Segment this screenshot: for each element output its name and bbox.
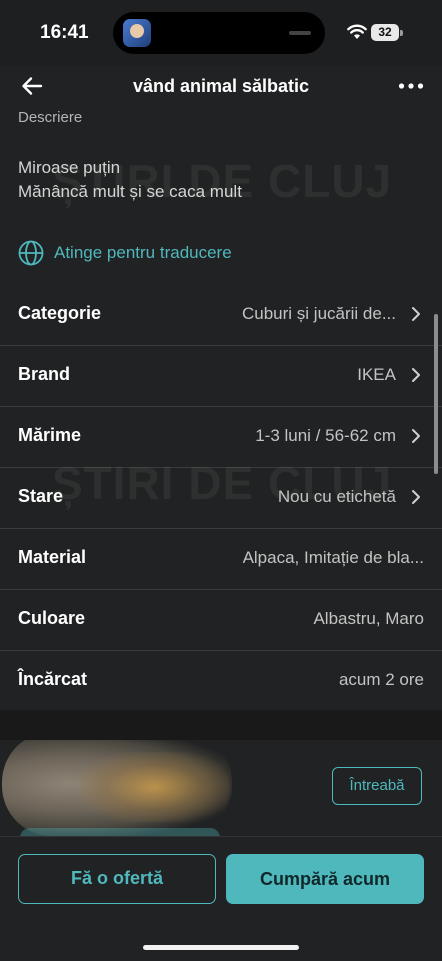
battery-indicator: 32 xyxy=(371,24,399,41)
dynamic-island xyxy=(113,12,325,54)
detail-row-material: Material Alpaca, Imitație de bla... xyxy=(0,528,442,590)
detail-value: Alpaca, Imitație de bla... xyxy=(242,548,424,567)
detail-label: Încărcat xyxy=(18,669,88,689)
section-divider xyxy=(0,710,442,740)
chevron-right-icon xyxy=(412,368,420,382)
detail-label: Mărime xyxy=(18,425,82,445)
detail-value: Nou cu etichetă xyxy=(277,487,396,506)
detail-value: acum 2 ore xyxy=(338,670,424,689)
status-bar: 16:41 32 xyxy=(0,0,442,66)
page-title: vând animal sălbatic xyxy=(132,76,310,96)
action-bar: Fă o ofertă Cumpără acum xyxy=(0,836,442,961)
detail-row-uploaded: Încărcat acum 2 ore xyxy=(0,650,442,712)
detail-row-color: Culoare Albastru, Maro xyxy=(0,589,442,651)
battery-tip xyxy=(400,30,403,36)
seller-name-blurred xyxy=(80,752,230,822)
detail-label: Stare xyxy=(18,486,64,506)
chevron-right-icon xyxy=(412,490,420,504)
scroll-indicator[interactable] xyxy=(434,314,438,474)
seller-card[interactable]: Întreabă xyxy=(0,740,442,836)
detail-label: Brand xyxy=(18,364,71,384)
wifi-icon xyxy=(347,24,367,39)
description-label: Descriere xyxy=(18,109,83,126)
detail-value: IKEA xyxy=(357,365,396,384)
detail-label: Culoare xyxy=(18,608,86,628)
detail-row-category[interactable]: Categorie Cuburi și jucării de... xyxy=(0,284,442,346)
detail-row-condition[interactable]: Stare Nou cu etichetă xyxy=(0,467,442,529)
chevron-right-icon xyxy=(412,429,420,443)
detail-row-brand[interactable]: Brand IKEA xyxy=(0,345,442,407)
translate-label: Atinge pentru traducere xyxy=(54,243,232,262)
make-offer-button[interactable]: Fă o ofertă xyxy=(18,854,216,904)
detail-label: Categorie xyxy=(18,303,102,323)
globe-icon xyxy=(18,240,44,266)
chevron-right-icon xyxy=(412,307,420,321)
seller-badge-blurred xyxy=(20,828,220,836)
detail-label: Material xyxy=(18,547,87,567)
detail-value: Albastru, Maro xyxy=(313,609,424,628)
home-indicator[interactable] xyxy=(143,945,299,950)
detail-value: Cuburi și jucării de... xyxy=(241,304,396,323)
nav-bar: vând animal sălbatic xyxy=(0,66,442,106)
buy-now-button[interactable]: Cumpără acum xyxy=(226,854,424,904)
item-details[interactable]: Descriere Miroase puțin Mănâncă mult și … xyxy=(0,106,442,836)
audio-wave-icon xyxy=(289,31,311,35)
app-icon xyxy=(123,19,151,47)
ask-seller-button[interactable]: Întreabă xyxy=(332,767,422,805)
status-time: 16:41 xyxy=(40,22,89,43)
detail-value: 1-3 luni / 56-62 cm xyxy=(255,426,396,445)
more-horizontal-icon[interactable] xyxy=(398,82,424,90)
watermark: ȘTIRI DE CLUJ xyxy=(52,155,393,207)
